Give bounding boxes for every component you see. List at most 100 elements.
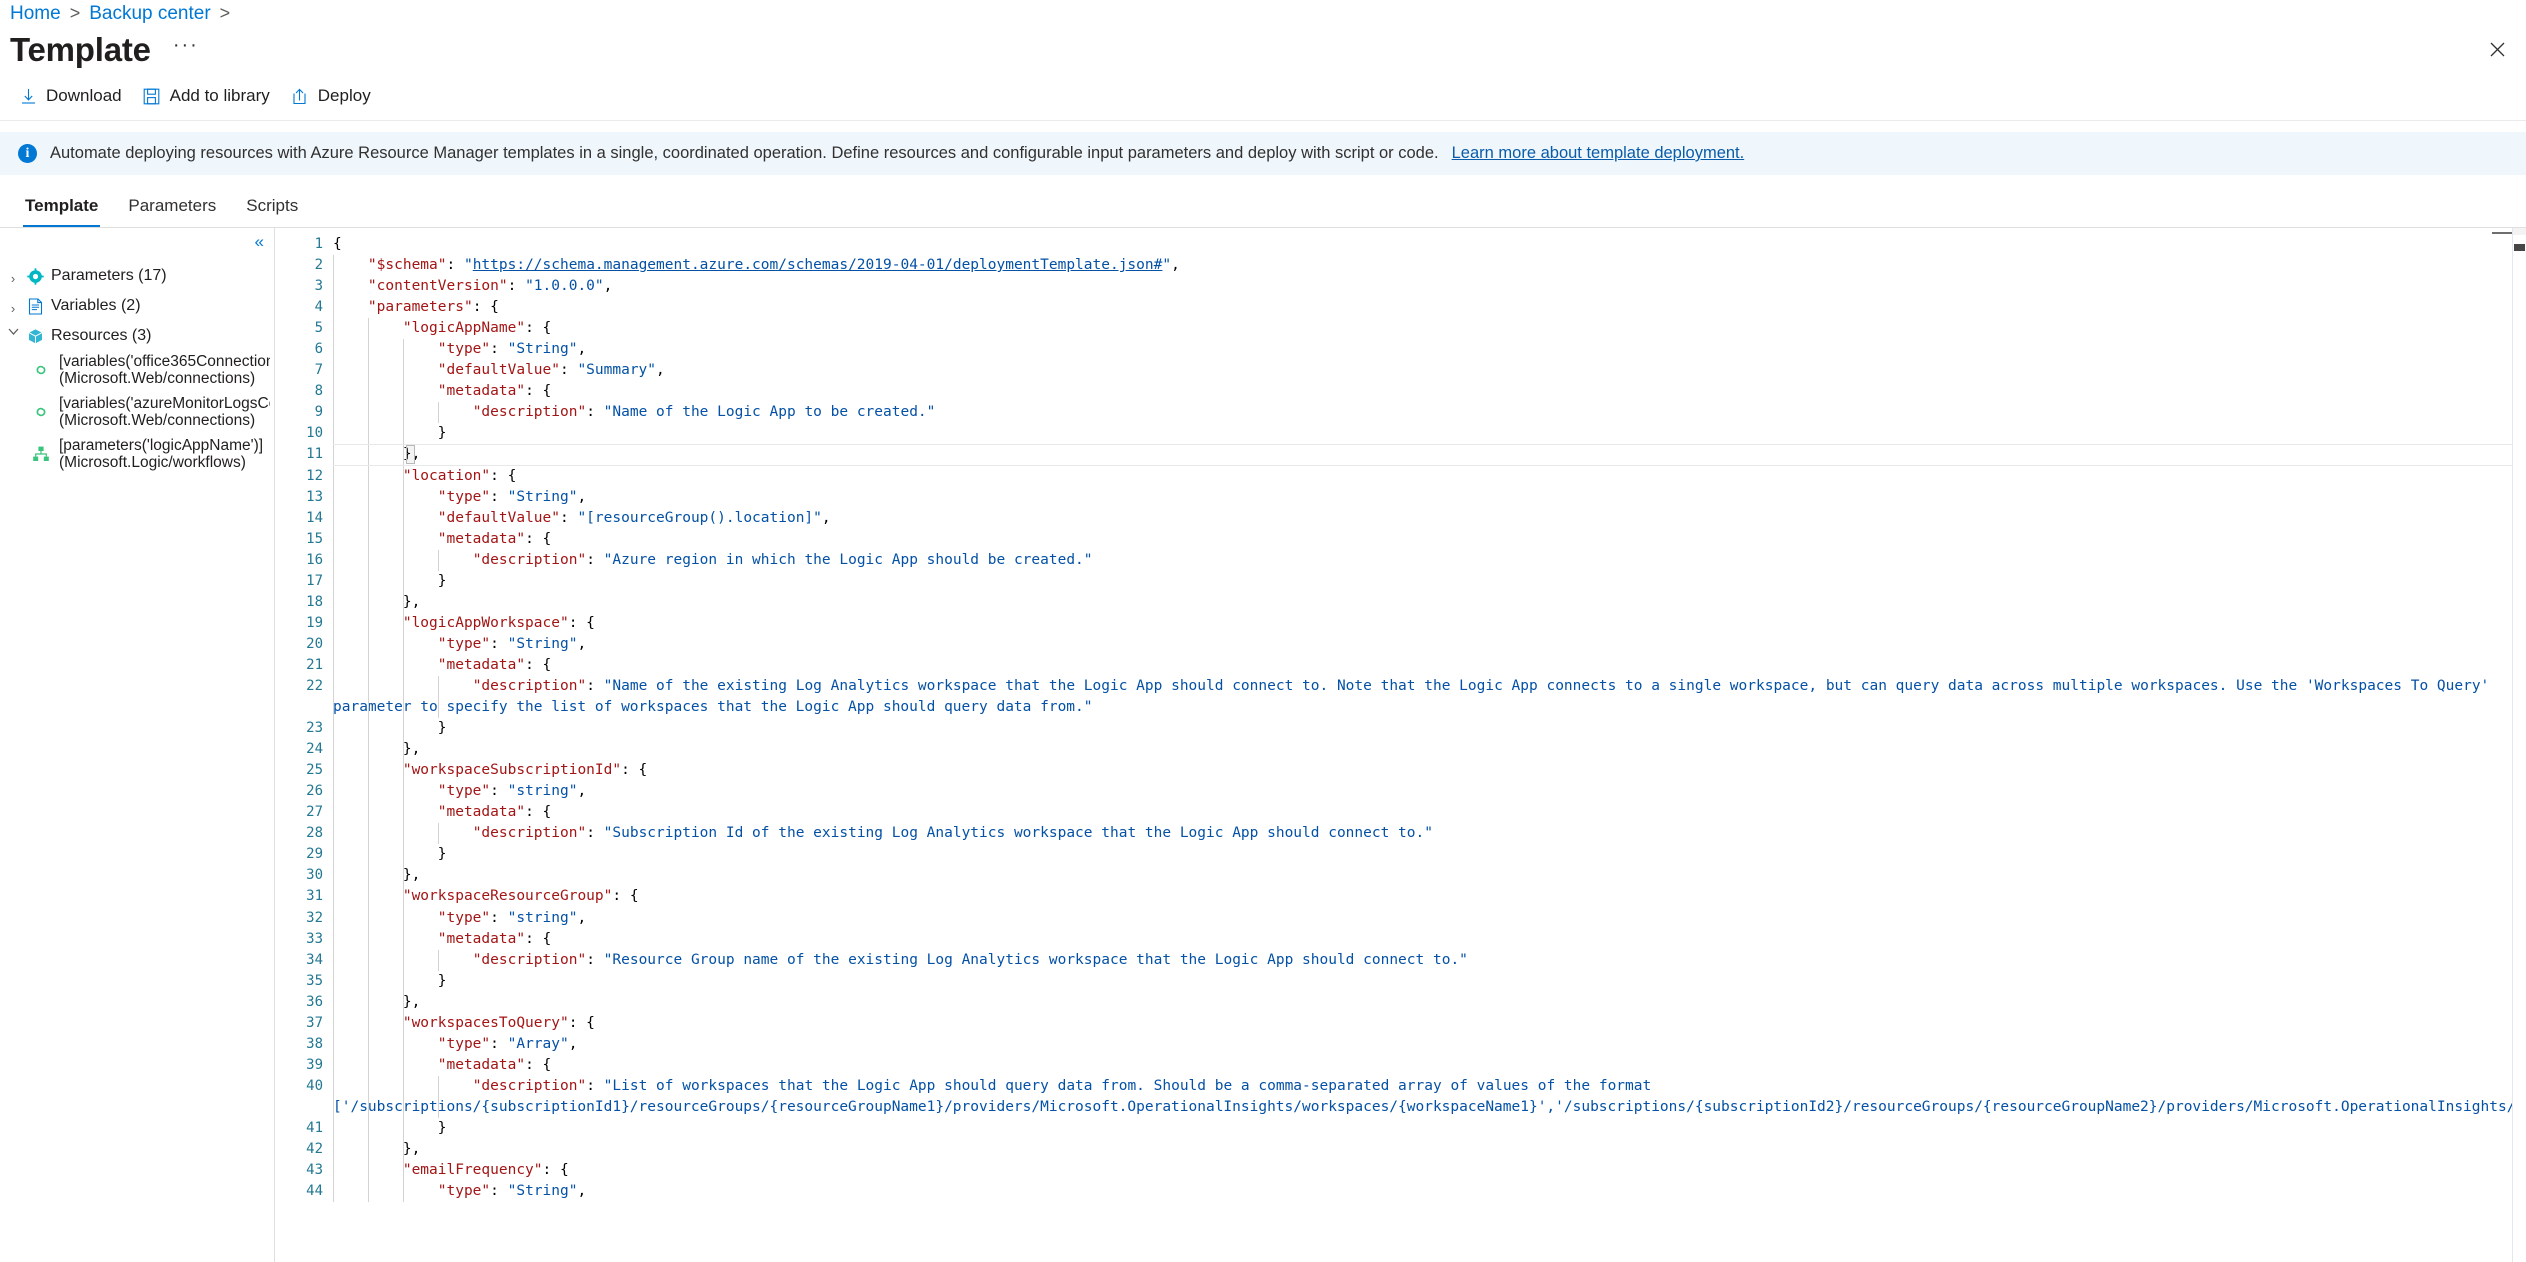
tree-resource-item-text: [parameters('logicAppName')] (Microsoft.… <box>59 437 263 471</box>
scrollbar-track <box>2513 228 2526 235</box>
tab-parameters[interactable]: Parameters <box>113 196 231 227</box>
code-content[interactable]: { "$schema": "https://schema.management.… <box>333 234 2526 1202</box>
line-number: 32 <box>306 909 323 926</box>
code-line: "type": "string", <box>437 909 587 926</box>
chevron-right-icon[interactable]: › <box>6 265 20 289</box>
close-icon[interactable] <box>2480 33 2514 67</box>
code-line: "metadata": { <box>437 656 552 673</box>
code-line: "parameters": { <box>367 299 499 316</box>
breadcrumb-separator: > <box>219 3 231 23</box>
info-banner-text: Automate deploying resources with Azure … <box>50 144 1439 162</box>
code-line: "metadata": { <box>437 383 552 400</box>
code-line: "description": "Resource Group name of t… <box>472 951 1468 968</box>
template-tree: › Parameters (17) › Variables (2) Resour… <box>0 256 274 475</box>
line-number: 6 <box>314 341 323 358</box>
line-number: 14 <box>306 509 323 526</box>
code-line: "workspaceSubscriptionId": { <box>402 762 648 779</box>
code-line: "type": "String", <box>437 635 587 652</box>
line-number: 43 <box>306 1162 323 1179</box>
chevron-down-icon[interactable] <box>6 325 20 336</box>
line-number: 11 <box>306 446 323 463</box>
code-line: "type": "String", <box>437 488 587 505</box>
breadcrumb-separator: > <box>69 3 81 23</box>
download-button[interactable]: Download <box>10 77 134 115</box>
line-number: 41 <box>306 1119 323 1136</box>
line-number: 34 <box>306 951 323 968</box>
learn-more-link[interactable]: Learn more about template deployment. <box>1452 144 1745 163</box>
breadcrumb: Home > Backup center > <box>0 0 2526 27</box>
tree-resource-type: (Microsoft.Logic/workflows) <box>59 454 246 471</box>
code-line: "defaultValue": "[resourceGroup().locati… <box>437 509 831 526</box>
code-line: }, <box>333 1141 421 1158</box>
tree-node-variables-label: Variables (2) <box>51 297 141 314</box>
line-number: 33 <box>306 930 323 947</box>
tree-resource-item[interactable]: [variables('azureMonitorLogsConn (Micros… <box>0 391 274 433</box>
parameters-gear-icon <box>26 267 45 286</box>
upload-icon <box>290 86 310 106</box>
line-number: 8 <box>314 383 323 400</box>
deploy-label: Deploy <box>317 86 371 105</box>
line-number: 35 <box>306 972 323 989</box>
scrollbar-thumb[interactable] <box>2514 244 2525 251</box>
line-number: 24 <box>306 741 323 758</box>
tree-resource-item[interactable]: [parameters('logicAppName')] (Microsoft.… <box>0 433 274 475</box>
code-line: }, <box>333 867 421 884</box>
template-code-editor[interactable]: 1 2 3 4 5 6 7 8 9 10 11 12 13 14 15 16 17 18 19 20 21 22 23 24 2… <box>275 228 2526 1262</box>
line-number: 36 <box>306 993 323 1010</box>
info-banner: i Automate deploying resources with Azur… <box>0 132 2526 175</box>
add-to-library-button[interactable]: Add to library <box>134 77 282 115</box>
code-line: "metadata": { <box>437 530 552 547</box>
code-line: "contentVersion": "1.0.0.0", <box>367 278 613 295</box>
breadcrumb-item-backup-center[interactable]: Backup center <box>89 3 210 25</box>
deploy-button[interactable]: Deploy <box>282 77 383 115</box>
code-line: } <box>333 1119 447 1136</box>
editor-scrollbar[interactable] <box>2512 228 2526 1262</box>
line-number: 12 <box>306 467 323 484</box>
code-line: }, <box>333 593 421 610</box>
collapse-pane-button[interactable]: « <box>255 233 265 256</box>
tree-resource-name: [variables('azureMonitorLogsConn <box>59 395 270 412</box>
editor-body: « › Parameters (17) › Variables (2) Reso… <box>0 228 2526 1262</box>
template-tree-pane: « › Parameters (17) › Variables (2) Reso… <box>0 228 275 1262</box>
line-number: 30 <box>306 867 323 884</box>
code-line: } <box>333 972 447 989</box>
code-line: { <box>333 236 342 252</box>
code-line: "type": "Array", <box>437 1035 578 1052</box>
code-area[interactable]: { "$schema": "https://schema.management.… <box>333 228 2526 1262</box>
code-line: "description": "List of workspaces that … <box>333 1077 2526 1115</box>
code-line: "$schema": "https://schema.management.az… <box>367 257 1180 274</box>
chevron-right-icon[interactable]: › <box>6 295 20 319</box>
collapse-row: « <box>0 233 274 256</box>
code-line: "metadata": { <box>437 1056 552 1073</box>
tree-resource-type: (Microsoft.Web/connections) <box>59 412 256 429</box>
code-line: }, <box>333 741 421 758</box>
line-number: 16 <box>306 551 323 568</box>
code-line: "defaultValue": "Summary", <box>437 362 665 379</box>
tree-node-parameters[interactable]: › Parameters (17) <box>0 262 274 292</box>
download-label: Download <box>46 86 122 105</box>
tab-template[interactable]: Template <box>10 196 113 227</box>
line-number: 29 <box>306 846 323 863</box>
template-blade: Home > Backup center > Template ··· Down… <box>0 0 2526 1262</box>
line-number: 13 <box>306 488 323 505</box>
add-to-library-label: Add to library <box>169 86 270 105</box>
tree-node-resources[interactable]: Resources (3) <box>0 322 274 349</box>
breadcrumb-item-home[interactable]: Home <box>10 3 61 25</box>
tree-resource-item[interactable]: [variables('office365ConnectionNa (Micro… <box>0 349 274 391</box>
tree-node-variables[interactable]: › Variables (2) <box>0 292 274 322</box>
line-number: 31 <box>306 888 323 905</box>
line-number: 21 <box>306 656 323 673</box>
logic-app-icon <box>30 443 52 465</box>
connection-icon <box>30 359 52 381</box>
line-number: 4 <box>314 299 323 316</box>
tab-scripts[interactable]: Scripts <box>231 196 313 227</box>
line-number: 10 <box>306 425 323 442</box>
code-line: "description": "Name of the existing Log… <box>333 677 2499 716</box>
tree-resource-type: (Microsoft.Web/connections) <box>59 370 256 387</box>
code-line: } <box>333 425 447 442</box>
code-line: "type": "String", <box>437 341 587 358</box>
code-line: } <box>333 572 447 589</box>
code-line: "type": "string", <box>437 783 587 800</box>
more-options-button[interactable]: ··· <box>173 35 199 62</box>
code-line: "workspaceResourceGroup": { <box>402 888 639 905</box>
